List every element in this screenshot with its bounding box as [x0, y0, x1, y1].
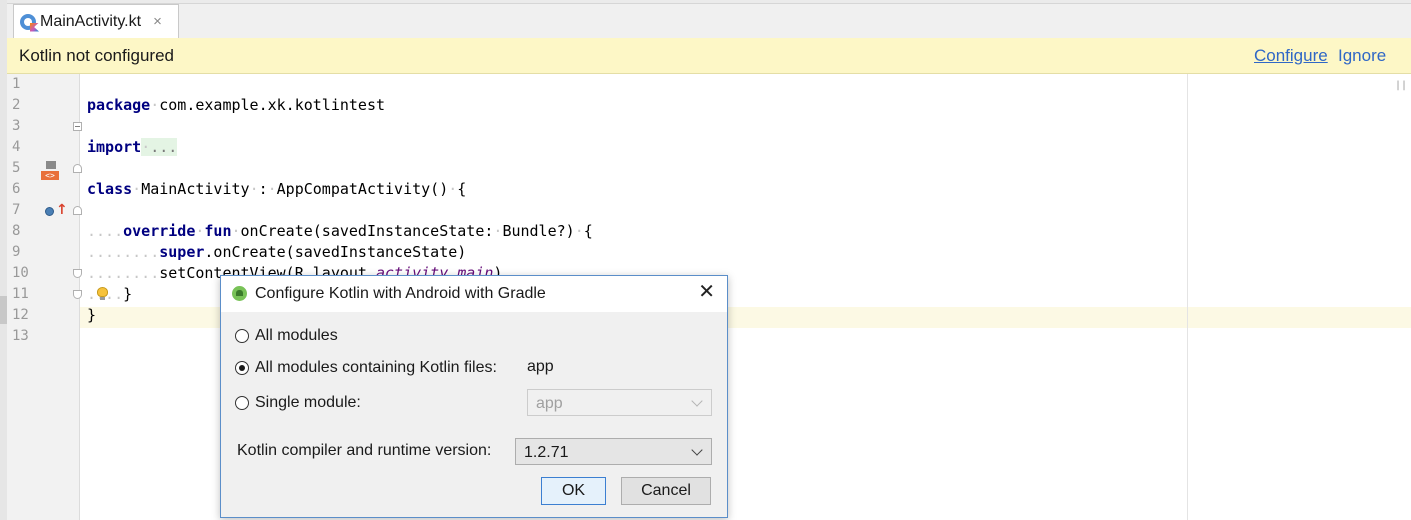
code-line-8: ....override·fun·onCreate(savedInstanceS…: [87, 222, 593, 240]
tab-main-activity[interactable]: MainActivity.kt ×: [13, 4, 179, 38]
code-line-1: package·com.example.xk.kotlintest: [87, 96, 386, 114]
ide-window: MainActivity.kt × Kotlin not configured …: [0, 0, 1411, 520]
tab-label: MainActivity.kt: [40, 12, 142, 30]
cancel-button[interactable]: Cancel: [621, 477, 711, 505]
option-all-kotlin-modules[interactable]: All modules containing Kotlin files:: [235, 357, 497, 379]
folded-imports[interactable]: ...: [150, 138, 177, 156]
code-line-10: ........setContentView(R.layout.activity…: [87, 264, 503, 282]
dialog-title-bar: Configure Kotlin with Android with Gradl…: [221, 276, 727, 312]
kotlin-class-icon: [20, 13, 39, 32]
configure-kotlin-dialog: Configure Kotlin with Android with Gradl…: [220, 275, 728, 518]
code-line-3: import·...: [87, 138, 178, 156]
dialog-title: Configure Kotlin with Android with Gradl…: [255, 285, 546, 302]
close-tab-icon[interactable]: ×: [153, 14, 162, 29]
intention-bulb-icon[interactable]: [97, 287, 108, 301]
tab-bar-top-line: [7, 0, 1411, 4]
notification-message: Kotlin not configured: [19, 46, 174, 65]
radio-single-module[interactable]: [235, 396, 249, 410]
option-all-kotlin-label: All modules containing Kotlin files:: [255, 359, 497, 376]
version-label: Kotlin compiler and runtime version:: [237, 442, 492, 459]
option-single-module-label: Single module:: [255, 394, 361, 411]
ignore-link[interactable]: Ignore: [1338, 46, 1386, 66]
tool-strip-marker: [0, 296, 7, 324]
code-line-9: ........super.onCreate(savedInstanceStat…: [87, 243, 467, 261]
option-all-modules-label: All modules: [255, 327, 338, 344]
option-all-modules[interactable]: All modules: [235, 325, 338, 347]
radio-all-kotlin-modules[interactable]: [235, 361, 249, 375]
kotlin-modules-value: app: [527, 358, 554, 375]
configure-link[interactable]: Configure: [1254, 46, 1328, 66]
option-single-module[interactable]: Single module:: [235, 392, 361, 414]
android-studio-icon: [232, 286, 247, 301]
kotlin-version-select[interactable]: 1.2.71: [515, 438, 712, 465]
chevron-down-icon: [691, 444, 705, 458]
close-icon[interactable]: ✕: [698, 282, 715, 302]
chevron-down-icon: [691, 395, 705, 409]
kotlin-notification-bar: Kotlin not configured Configure Ignore: [7, 38, 1411, 74]
radio-all-modules[interactable]: [235, 329, 249, 343]
code-line-6: class·MainActivity·:·AppCompatActivity()…: [87, 180, 467, 198]
single-module-select: app: [527, 389, 712, 416]
editor-tab-bar: MainActivity.kt ×: [7, 0, 1411, 39]
ok-button[interactable]: OK: [541, 477, 606, 505]
